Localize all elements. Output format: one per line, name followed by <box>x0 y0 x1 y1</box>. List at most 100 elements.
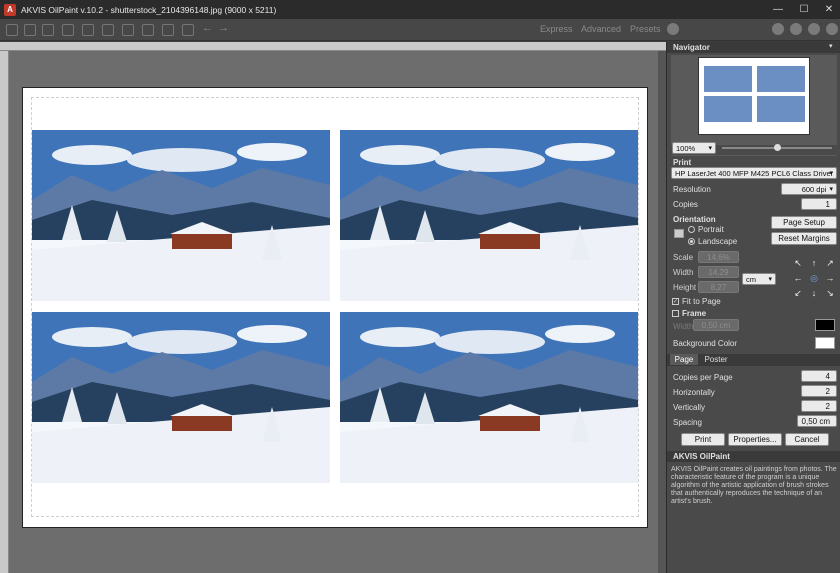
horizontally-label: Horizontally <box>673 388 715 397</box>
vertically-field[interactable]: 2 <box>801 400 837 412</box>
background-color-label: Background Color <box>673 339 738 348</box>
app-logo-icon: A <box>4 3 16 16</box>
properties-button[interactable]: Properties... <box>728 433 782 446</box>
notifications-icon[interactable] <box>826 23 838 35</box>
photo-copy-4 <box>340 312 638 483</box>
horizontally-field[interactable]: 2 <box>801 385 837 397</box>
tab-page[interactable]: Page <box>670 354 698 365</box>
divider <box>671 155 837 156</box>
orientation-preview-icon <box>674 229 684 238</box>
vertical-scrollbar[interactable] <box>658 51 666 573</box>
resolution-select[interactable]: 600 dpi ▾ <box>781 183 837 195</box>
width-label: Width <box>673 268 694 277</box>
cancel-button[interactable]: Cancel <box>785 433 829 446</box>
winter-landscape-image <box>340 130 638 301</box>
batch-icon[interactable] <box>42 24 54 36</box>
portrait-label: Portrait <box>698 225 724 234</box>
canvas-icon[interactable] <box>102 24 114 36</box>
align-bottom-right-icon[interactable]: ↘ <box>825 288 835 298</box>
frame-checkbox[interactable] <box>672 310 679 317</box>
mode-presets[interactable]: Presets <box>630 24 661 34</box>
tab-poster[interactable]: Poster <box>700 354 732 365</box>
window-title: AKVIS OilPaint v.10.2 - shutterstock_210… <box>21 4 277 15</box>
settings-panel: Navigator ▾ 100% ▾ Print HP LaserJet 400 … <box>666 42 840 573</box>
frame-width-field[interactable]: 0,50 cm <box>693 319 739 331</box>
spacing-field[interactable]: 0,50 cm <box>797 415 837 427</box>
background-color-swatch[interactable] <box>815 337 835 349</box>
copies-label: Copies <box>673 200 698 209</box>
mode-express[interactable]: Express <box>540 24 573 34</box>
ruler-vertical <box>0 51 9 573</box>
fit-to-page-label: Fit to Page <box>682 297 721 306</box>
frame-color-swatch[interactable] <box>815 319 835 331</box>
page-setup-button[interactable]: Page Setup <box>771 216 837 229</box>
about-header: AKVIS OilPaint <box>667 451 840 462</box>
printer-name: HP LaserJet 400 MFP M425 PCL6 Class Driv… <box>675 168 834 178</box>
scale-field[interactable]: 14,6% <box>698 251 739 263</box>
height-field[interactable]: 8,27 <box>698 281 739 293</box>
chevron-down-icon: ▾ <box>708 145 712 152</box>
panel-collapse-icon[interactable]: ▾ <box>829 42 833 50</box>
align-top-left-icon[interactable]: ↖ <box>793 258 803 268</box>
photo-copy-2 <box>340 130 638 301</box>
printer-select[interactable]: HP LaserJet 400 MFP M425 PCL6 Class Driv… <box>671 167 837 179</box>
settings-icon[interactable] <box>142 24 154 36</box>
maximize-button[interactable]: ☐ <box>791 0 817 19</box>
title-bar: A AKVIS OilPaint v.10.2 - shutterstock_2… <box>0 0 840 19</box>
winter-landscape-image <box>32 312 330 483</box>
frame-label: Frame <box>682 309 707 318</box>
chevron-down-icon: ▾ <box>768 276 772 283</box>
unit-select[interactable]: cm ▾ <box>742 273 776 285</box>
navigator-thumbnail[interactable] <box>698 57 810 135</box>
print-preview-page <box>22 87 648 528</box>
winter-landscape-image <box>340 312 638 483</box>
landscape-label: Landscape <box>698 237 738 246</box>
align-left-icon[interactable]: ← <box>793 273 803 283</box>
mode-advanced[interactable]: Advanced <box>581 24 621 34</box>
redo-icon[interactable]: → <box>218 22 229 34</box>
undo-icon[interactable]: ← <box>202 22 213 34</box>
help-icon[interactable] <box>790 23 802 35</box>
preferences-icon[interactable] <box>808 23 820 35</box>
align-bottom-left-icon[interactable]: ↙ <box>793 288 803 298</box>
play-icon[interactable] <box>667 23 679 35</box>
portrait-radio[interactable] <box>688 226 695 233</box>
align-right-icon[interactable]: → <box>825 273 835 283</box>
share-icon[interactable] <box>82 24 94 36</box>
winter-landscape-image <box>32 130 330 301</box>
orientation-label: Orientation <box>673 215 716 224</box>
scale-label: Scale <box>673 253 694 262</box>
align-top-icon[interactable]: ↑ <box>809 258 819 268</box>
toolbar: ← → Express Advanced Presets <box>0 19 840 41</box>
print-button[interactable]: Print <box>681 433 725 446</box>
copies-field[interactable]: 1 <box>801 198 837 210</box>
print-icon[interactable] <box>62 24 74 36</box>
brush-icon[interactable] <box>122 24 134 36</box>
zoom-value: 100% <box>676 143 696 153</box>
save-file-icon[interactable] <box>24 24 36 36</box>
open-file-icon[interactable] <box>6 24 18 36</box>
align-top-right-icon[interactable]: ↗ <box>825 258 835 268</box>
print-section-title: Print <box>673 158 692 167</box>
ruler-horizontal <box>0 42 666 51</box>
apply-all-icon[interactable] <box>182 24 194 36</box>
apply-icon[interactable] <box>162 24 174 36</box>
navigator-preview-area <box>671 55 837 145</box>
width-field[interactable]: 14,29 <box>698 266 739 278</box>
chevron-down-icon: ▾ <box>829 170 833 177</box>
zoom-select[interactable]: 100% ▾ <box>672 142 716 154</box>
landscape-radio[interactable] <box>688 238 695 245</box>
zoom-slider-handle[interactable] <box>774 144 781 151</box>
minimize-button[interactable]: — <box>765 0 791 19</box>
copies-per-page-label: Copies per Page <box>673 373 733 382</box>
resolution-value: 600 dpi <box>801 184 827 194</box>
info-icon[interactable] <box>772 23 784 35</box>
align-bottom-icon[interactable]: ↓ <box>809 288 819 298</box>
fit-to-page-checkbox[interactable]: ✓ <box>672 298 679 305</box>
photo-copy-1 <box>32 130 330 301</box>
reset-margins-button[interactable]: Reset Margins <box>771 232 837 245</box>
align-center-icon[interactable]: ◎ <box>809 273 819 283</box>
copies-per-page-field[interactable]: 4 <box>801 370 837 382</box>
navigator-header: Navigator <box>667 42 840 53</box>
close-button[interactable]: ✕ <box>816 0 840 19</box>
